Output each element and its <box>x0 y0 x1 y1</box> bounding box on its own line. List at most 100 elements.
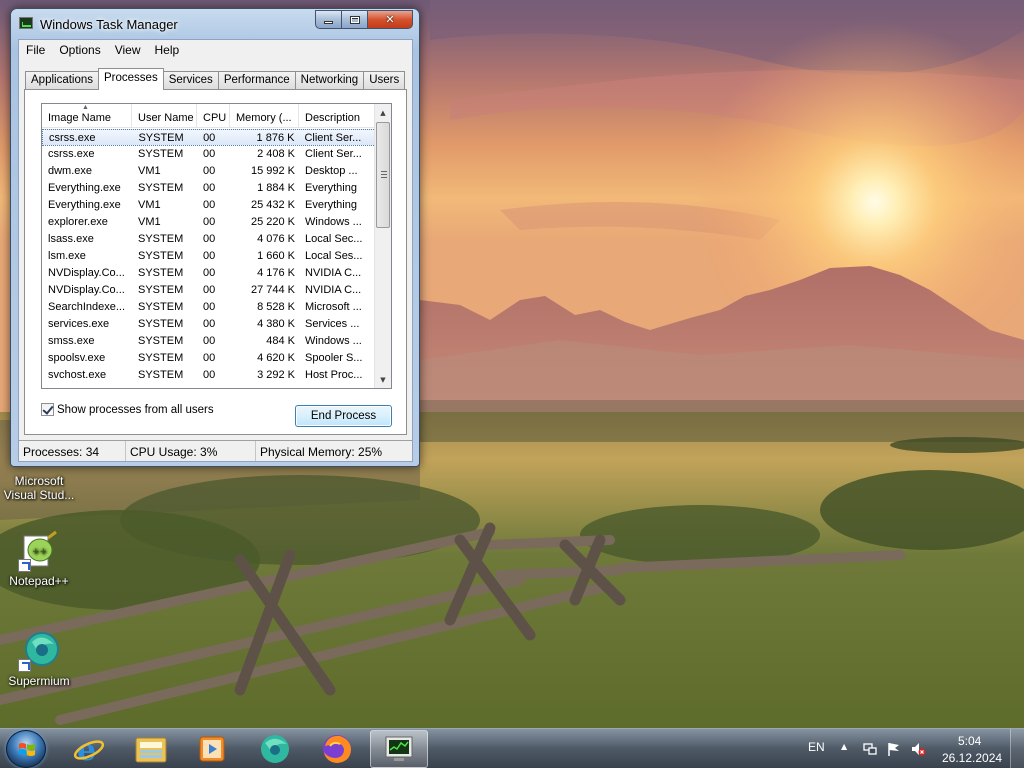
tab-processes[interactable]: Processes <box>98 68 164 90</box>
cell-image-name: NVDisplay.Co... <box>48 284 125 296</box>
tab-services[interactable]: Services <box>162 71 219 90</box>
action-center-flag-icon[interactable] <box>886 741 902 757</box>
minimize-button[interactable] <box>315 10 342 29</box>
table-row[interactable]: lsass.exe SYSTEM 00 4 076 K Local Sec... <box>42 231 376 248</box>
table-row[interactable]: csrss.exe SYSTEM 00 2 408 K Client Ser... <box>42 146 376 163</box>
taskbar-internet-explorer[interactable]: e <box>60 730 118 768</box>
menu-view[interactable]: View <box>108 40 148 60</box>
tab-networking[interactable]: Networking <box>294 71 365 90</box>
window-client-area: File Options View Help Applications Proc… <box>18 39 413 462</box>
cell-image-name: SearchIndexe... <box>48 301 126 313</box>
cell-cpu: 00 <box>203 199 216 211</box>
maximize-button[interactable] <box>342 10 368 29</box>
taskbar-supermium[interactable] <box>246 730 304 768</box>
table-row[interactable]: Everything.exe VM1 00 25 432 K Everything <box>42 197 376 214</box>
process-rows: csrss.exe SYSTEM 00 1 876 K Client Ser... csr… <box>42 129 376 384</box>
vertical-scrollbar[interactable]: ▲ ▼ <box>374 104 391 388</box>
column-header-description[interactable]: Description <box>299 104 376 128</box>
taskbar-firefox[interactable] <box>308 730 366 768</box>
close-button[interactable]: ✕ <box>368 10 413 29</box>
menu-file[interactable]: File <box>19 40 52 60</box>
table-row[interactable]: SearchIndexe... SYSTEM 00 8 528 K Microsoft … <box>42 299 376 316</box>
table-row[interactable]: dwm.exe VM1 00 15 992 K Desktop ... <box>42 163 376 180</box>
table-row[interactable]: NVDisplay.Co... SYSTEM 00 27 744 K NVIDIA C.… <box>42 282 376 299</box>
network-icon[interactable] <box>862 741 878 757</box>
checkbox-icon[interactable] <box>41 403 54 416</box>
cell-user-name: VM1 <box>138 199 161 211</box>
cell-cpu: 00 <box>203 148 216 160</box>
taskbar-media-player[interactable] <box>183 730 241 768</box>
taskbar-file-explorer[interactable] <box>122 730 180 768</box>
internet-explorer-icon: e <box>73 733 105 765</box>
end-process-button[interactable]: End Process <box>295 405 392 427</box>
cell-user-name: VM1 <box>138 216 161 228</box>
language-indicator[interactable]: EN <box>808 740 825 754</box>
process-list[interactable]: ▲ Image Name User Name CPU Memory (... D… <box>41 103 392 389</box>
cell-cpu: 00 <box>203 250 216 262</box>
maximize-icon <box>349 15 360 24</box>
desktop-icon-label: Supermium <box>8 674 70 688</box>
cell-user-name: SYSTEM <box>138 267 184 279</box>
cell-cpu: 00 <box>203 369 216 381</box>
column-header-label: User Name <box>138 112 194 124</box>
scroll-up-button[interactable]: ▲ <box>375 104 391 121</box>
scroll-thumb[interactable] <box>376 122 390 228</box>
volume-muted-icon[interactable] <box>910 741 926 757</box>
cell-user-name: SYSTEM <box>138 148 184 160</box>
cell-user-name: SYSTEM <box>138 301 184 313</box>
show-hidden-icons-button[interactable]: ▲ <box>841 742 847 751</box>
file-explorer-icon <box>135 737 167 763</box>
table-row[interactable]: smss.exe SYSTEM 00 484 K Windows ... <box>42 333 376 350</box>
cell-image-name: dwm.exe <box>48 165 93 177</box>
table-row[interactable]: Everything.exe SYSTEM 00 1 884 K Everything <box>42 180 376 197</box>
windows-flag-icon <box>19 743 35 756</box>
cell-image-name: svchost.exe <box>48 369 107 381</box>
table-row[interactable]: csrss.exe SYSTEM 00 1 876 K Client Ser... <box>42 129 376 146</box>
table-row[interactable]: svchost.exe SYSTEM 00 3 292 K Host Proc... <box>42 367 376 384</box>
cell-memory: 4 076 K <box>257 233 295 245</box>
cell-description: Everything <box>305 199 357 211</box>
table-row[interactable]: spoolsv.exe SYSTEM 00 4 620 K Spooler S... <box>42 350 376 367</box>
column-header-cpu[interactable]: CPU <box>197 104 230 128</box>
clock-date[interactable]: 26.12.2024 <box>942 751 1002 765</box>
column-header-label: Image Name <box>48 112 111 124</box>
task-manager-window[interactable]: Windows Task Manager ✕ File Options View… <box>10 8 420 467</box>
svg-text:++: ++ <box>32 547 47 557</box>
desktop-icon-notepad-plus-plus[interactable]: ++ Notepad++ <box>1 530 77 588</box>
table-row[interactable]: NVDisplay.Co... SYSTEM 00 4 176 K NVIDIA C..… <box>42 265 376 282</box>
tab-performance[interactable]: Performance <box>217 71 296 90</box>
cell-memory: 15 992 K <box>250 165 295 177</box>
desktop-icon-label: Notepad++ <box>9 574 69 588</box>
desktop-icon-visual-studio[interactable]: Microsoft Visual Stud... <box>1 474 77 502</box>
close-icon: ✕ <box>385 13 395 26</box>
tab-applications[interactable]: Applications <box>25 71 100 90</box>
table-row[interactable]: lsm.exe SYSTEM 00 1 660 K Local Ses... <box>42 248 376 265</box>
shortcut-arrow-icon <box>18 659 31 672</box>
title-bar[interactable]: Windows Task Manager ✕ <box>11 9 419 37</box>
column-header-memory[interactable]: Memory (... <box>230 104 299 128</box>
menu-help[interactable]: Help <box>148 40 187 60</box>
table-row[interactable]: explorer.exe VM1 00 25 220 K Windows ... <box>42 214 376 231</box>
show-desktop-button[interactable] <box>1010 729 1024 768</box>
taskbar-task-manager[interactable] <box>370 730 428 768</box>
cell-memory: 1 876 K <box>256 132 295 144</box>
desktop-icon-supermium[interactable]: Supermium <box>1 630 77 688</box>
show-all-users-checkbox[interactable]: Show processes from all users <box>41 403 214 416</box>
tab-users[interactable]: Users <box>363 71 406 90</box>
cell-description: Client Ser... <box>304 132 362 144</box>
menu-bar: File Options View Help <box>19 40 412 60</box>
cell-image-name: spoolsv.exe <box>48 352 106 364</box>
table-row[interactable]: services.exe SYSTEM 00 4 380 K Services ... <box>42 316 376 333</box>
cell-description: Windows ... <box>305 216 362 228</box>
column-header-user-name[interactable]: User Name <box>132 104 197 128</box>
cell-description: Local Sec... <box>305 233 363 245</box>
cell-memory: 3 292 K <box>257 369 295 381</box>
cell-description: Spooler S... <box>305 352 363 364</box>
menu-options[interactable]: Options <box>52 40 107 60</box>
cell-user-name: SYSTEM <box>138 369 184 381</box>
scroll-down-button[interactable]: ▼ <box>375 371 391 388</box>
column-header-image-name[interactable]: ▲ Image Name <box>42 104 132 128</box>
start-button[interactable] <box>6 730 46 768</box>
cell-description: Client Ser... <box>305 148 362 160</box>
clock-time[interactable]: 5:04 <box>958 734 981 748</box>
